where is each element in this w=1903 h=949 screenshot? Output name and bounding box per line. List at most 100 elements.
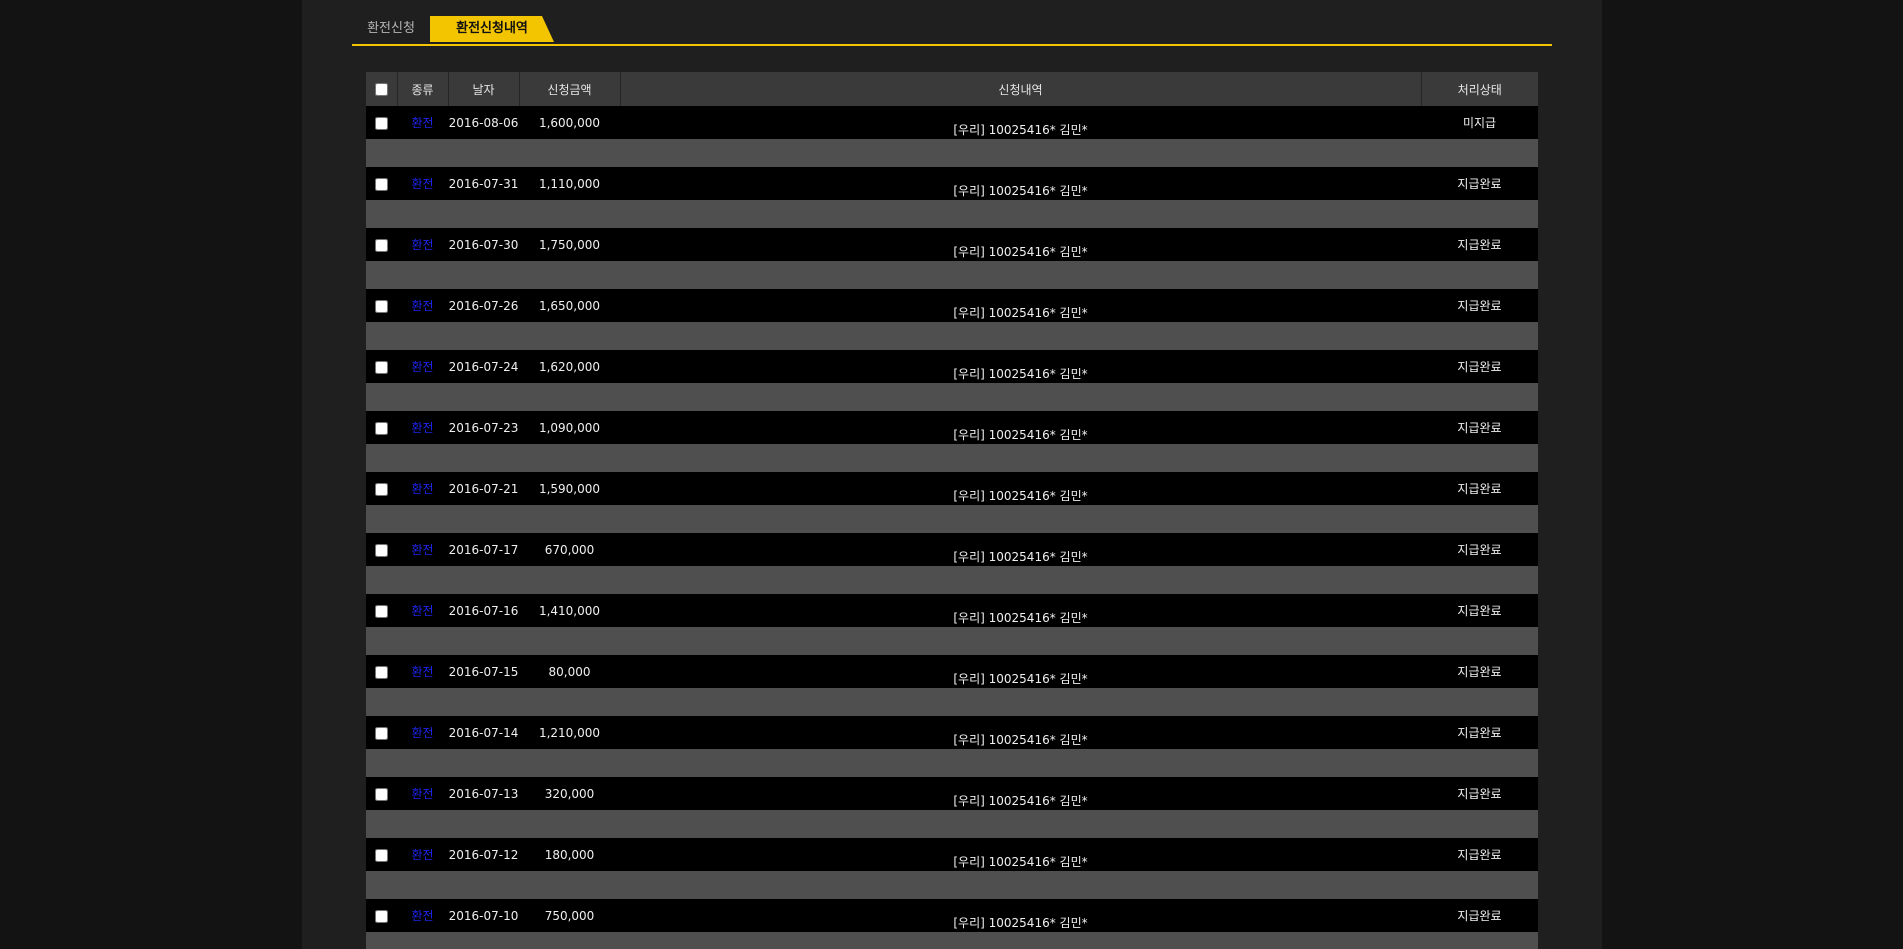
row-kind-link[interactable]: 환전 — [411, 787, 433, 801]
row-amount: 1,110,000 — [519, 167, 620, 200]
row-checkbox[interactable] — [375, 299, 388, 313]
row-detail-cell: [우리] 10025416* 김민* — [620, 472, 1421, 505]
row-checkbox[interactable] — [375, 726, 388, 740]
header-status: 처리상태 — [1421, 72, 1538, 106]
row-status: 지급완료 — [1421, 777, 1538, 810]
row-kind-link[interactable]: 환전 — [411, 848, 433, 862]
tab-exchange-history[interactable]: 환전신청내역 — [430, 16, 554, 42]
row-kind-link[interactable]: 환전 — [411, 604, 433, 618]
row-kind-cell: 환전 — [397, 167, 448, 200]
table-row: 환전 2016-07-21 1,590,000 [우리] 10025416* 김민* 지… — [366, 472, 1538, 505]
table-row: 환전 2016-07-31 1,110,000 [우리] 10025416* 김민* 지… — [366, 167, 1538, 200]
row-spacer-cell — [366, 261, 1538, 289]
table-row: 환전 2016-07-13 320,000 [우리] 10025416* 김민* 지급완… — [366, 777, 1538, 810]
row-kind-link[interactable]: 환전 — [411, 665, 433, 679]
row-kind-link[interactable]: 환전 — [411, 299, 433, 313]
row-detail: [우리] 10025416* 김민* — [953, 794, 1088, 808]
table-row: 환전 2016-07-17 670,000 [우리] 10025416* 김민* 지급완… — [366, 533, 1538, 566]
row-date: 2016-07-13 — [448, 777, 519, 810]
row-kind-link[interactable]: 환전 — [411, 482, 433, 496]
tab-exchange-request[interactable]: 환전신청 — [352, 16, 430, 42]
row-kind-link[interactable]: 환전 — [411, 238, 433, 252]
tab-bar: 환전신청 환전신청내역 — [352, 16, 1552, 46]
row-kind-cell: 환전 — [397, 838, 448, 871]
row-amount: 180,000 — [519, 838, 620, 871]
row-kind-cell: 환전 — [397, 350, 448, 383]
row-kind-link[interactable]: 환전 — [411, 909, 433, 923]
row-date: 2016-07-12 — [448, 838, 519, 871]
row-checkbox[interactable] — [375, 177, 388, 191]
row-detail-cell: [우리] 10025416* 김민* — [620, 106, 1421, 139]
row-checkbox[interactable] — [375, 482, 388, 496]
row-kind-cell: 환전 — [397, 594, 448, 627]
row-select-cell — [366, 838, 397, 871]
row-select-cell — [366, 228, 397, 261]
table-row: 환전 2016-07-15 80,000 [우리] 10025416* 김민* 지급완료 — [366, 655, 1538, 688]
row-spacer — [366, 749, 1538, 777]
row-kind-link[interactable]: 환전 — [411, 116, 433, 130]
row-spacer-cell — [366, 871, 1538, 899]
row-spacer-cell — [366, 505, 1538, 533]
row-kind-cell: 환전 — [397, 777, 448, 810]
row-amount: 670,000 — [519, 533, 620, 566]
table-row: 환전 2016-07-26 1,650,000 [우리] 10025416* 김민* 지… — [366, 289, 1538, 322]
row-spacer — [366, 322, 1538, 350]
row-detail: [우리] 10025416* 김민* — [953, 855, 1088, 869]
table-row: 환전 2016-07-14 1,210,000 [우리] 10025416* 김민* 지… — [366, 716, 1538, 749]
row-status: 미지급 — [1421, 106, 1538, 139]
row-checkbox[interactable] — [375, 360, 388, 374]
row-status: 지급완료 — [1421, 289, 1538, 322]
header-kind: 종류 — [397, 72, 449, 106]
row-detail-cell: [우리] 10025416* 김민* — [620, 411, 1421, 444]
row-checkbox[interactable] — [375, 787, 388, 801]
row-spacer-cell — [366, 566, 1538, 594]
row-checkbox[interactable] — [375, 421, 388, 435]
row-checkbox[interactable] — [375, 909, 388, 923]
row-spacer-cell — [366, 200, 1538, 228]
row-checkbox[interactable] — [375, 604, 388, 618]
row-spacer-cell — [366, 444, 1538, 472]
row-detail: [우리] 10025416* 김민* — [953, 184, 1088, 198]
row-kind-cell: 환전 — [397, 533, 448, 566]
row-kind-link[interactable]: 환전 — [411, 421, 433, 435]
row-select-cell — [366, 472, 397, 505]
table-row: 환전 2016-07-24 1,620,000 [우리] 10025416* 김민* 지… — [366, 350, 1538, 383]
row-checkbox[interactable] — [375, 848, 388, 862]
table-row: 환전 2016-07-23 1,090,000 [우리] 10025416* 김민* 지… — [366, 411, 1538, 444]
row-spacer-cell — [366, 749, 1538, 777]
row-checkbox[interactable] — [375, 665, 388, 679]
row-kind-cell: 환전 — [397, 411, 448, 444]
row-detail-cell: [우리] 10025416* 김민* — [620, 228, 1421, 261]
row-date: 2016-08-06 — [448, 106, 519, 139]
row-detail: [우리] 10025416* 김민* — [953, 489, 1088, 503]
row-spacer — [366, 383, 1538, 411]
row-kind-link[interactable]: 환전 — [411, 360, 433, 374]
row-detail: [우리] 10025416* 김민* — [953, 550, 1088, 564]
row-amount: 1,090,000 — [519, 411, 620, 444]
row-kind-link[interactable]: 환전 — [411, 543, 433, 557]
row-detail: [우리] 10025416* 김민* — [953, 916, 1088, 930]
row-status: 지급완료 — [1421, 350, 1538, 383]
row-amount: 1,210,000 — [519, 716, 620, 749]
row-kind-cell: 환전 — [397, 289, 448, 322]
row-kind-link[interactable]: 환전 — [411, 177, 433, 191]
row-detail: [우리] 10025416* 김민* — [953, 611, 1088, 625]
row-select-cell — [366, 899, 397, 932]
row-checkbox[interactable] — [375, 116, 388, 130]
row-spacer-cell — [366, 810, 1538, 838]
row-kind-link[interactable]: 환전 — [411, 726, 433, 740]
row-checkbox[interactable] — [375, 543, 388, 557]
row-select-cell — [366, 594, 397, 627]
row-detail: [우리] 10025416* 김민* — [953, 306, 1088, 320]
row-amount: 1,620,000 — [519, 350, 620, 383]
row-detail-cell: [우리] 10025416* 김민* — [620, 167, 1421, 200]
row-amount: 80,000 — [519, 655, 620, 688]
row-checkbox[interactable] — [375, 238, 388, 252]
row-amount: 1,650,000 — [519, 289, 620, 322]
header-select-all — [366, 72, 398, 106]
row-spacer-cell — [366, 688, 1538, 716]
row-kind-cell: 환전 — [397, 899, 448, 932]
row-spacer — [366, 139, 1538, 167]
select-all-checkbox[interactable] — [374, 83, 388, 96]
row-detail: [우리] 10025416* 김민* — [953, 123, 1088, 137]
